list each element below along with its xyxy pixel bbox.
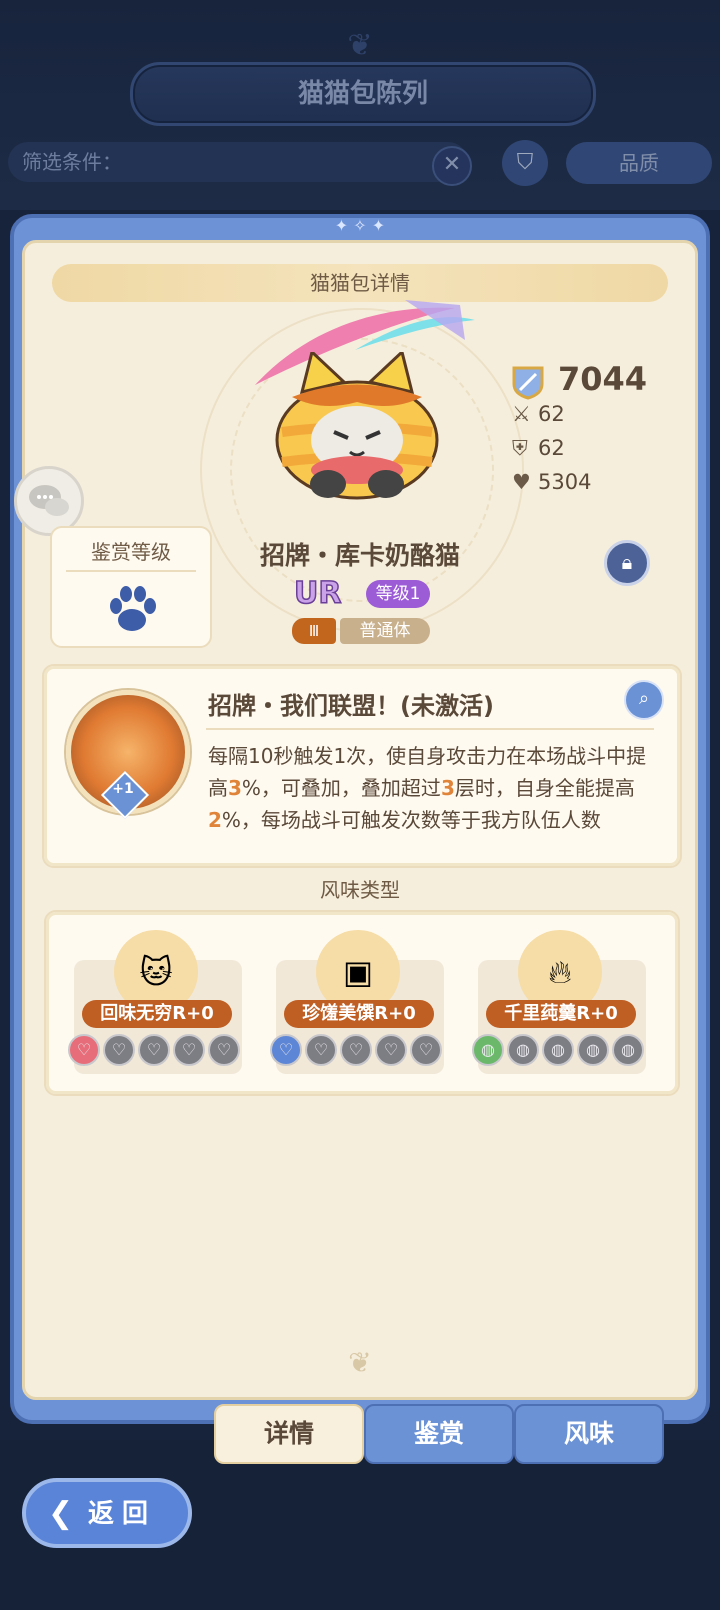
heart-row: ♡ ♡ ♡ ♡ ♡ — [68, 1034, 248, 1066]
lock-icon: 🔒︎ — [621, 550, 633, 574]
heart-icon: ♡ — [270, 1034, 302, 1066]
divider — [206, 728, 654, 730]
chat-icon — [29, 485, 69, 516]
paw-icon — [110, 586, 156, 631]
crown-ornament-icon: ❦ — [348, 1346, 372, 1379]
flavor-item[interactable]: ▣ 珍馐美馔R+0 ♡ ♡ ♡ ♡ ♡ — [268, 930, 448, 1076]
dish-icon: ▣ — [342, 953, 374, 991]
defense-stat: ⛨ 62 — [512, 436, 565, 461]
heart-icon: ♡ — [410, 1034, 442, 1066]
ball-icon: ◍ — [612, 1034, 644, 1066]
skill-description[interactable]: 每隔10秒触发1次，使自身攻击力在本场战斗中提高3%，可叠加，叠加超过3层时，自… — [208, 740, 648, 844]
flavor-section-title: 风味类型 — [320, 878, 400, 902]
ball-icon: ◍ — [542, 1034, 574, 1066]
back-button[interactable]: ❮ 返回 — [22, 1478, 192, 1548]
tab-flavor[interactable]: 风味 — [514, 1404, 664, 1464]
ball-icon: ◍ — [507, 1034, 539, 1066]
appraisal-card[interactable]: 鉴赏等级 — [50, 526, 212, 648]
back-arrow-icon: ❮ — [48, 1496, 74, 1531]
cheese-cat-icon[interactable] — [272, 352, 442, 502]
panel-header: 猫猫包详情 — [52, 264, 668, 302]
power-shield-icon — [512, 366, 544, 400]
attack-stat: ⚔ 62 — [512, 402, 565, 426]
skill-title: 招牌・我们联盟！(未激活) — [208, 692, 494, 720]
level-badge: 等级1 — [366, 580, 430, 608]
hp-value: 5304 — [538, 470, 592, 494]
divider — [66, 570, 196, 572]
hp-stat: ♥ 5304 — [512, 470, 591, 494]
flavor-label: 回味无穷R+0 — [82, 1000, 232, 1028]
heart-row: ♡ ♡ ♡ ♡ ♡ — [270, 1034, 450, 1066]
defense-value: 62 — [538, 436, 565, 460]
flavor-item[interactable]: 🔥︎ 千里莼羹R+0 ◍ ◍ ◍ ◍ ◍ — [470, 930, 650, 1076]
attack-value: 62 — [538, 402, 565, 426]
heart-row: ◍ ◍ ◍ ◍ ◍ — [472, 1034, 652, 1066]
character-name: 招牌・库卡奶酪猫 — [259, 541, 460, 570]
heart-icon: ♡ — [375, 1034, 407, 1066]
heart-icon: ♡ — [340, 1034, 372, 1066]
flame-icon: 🔥︎ — [548, 953, 572, 991]
tier-badge: Ⅲ — [292, 618, 336, 644]
shield-icon: ⛨ — [512, 436, 528, 460]
heart-icon: ♥ — [512, 470, 531, 494]
body-type-badge: 普通体 — [340, 618, 430, 644]
lock-button[interactable]: 🔒︎ — [604, 540, 650, 586]
heart-icon: ♡ — [208, 1034, 240, 1066]
appraisal-title: 鉴赏等级 — [91, 540, 171, 564]
heart-icon: ♡ — [305, 1034, 337, 1066]
power-value: 7044 — [558, 360, 648, 398]
magnifier-icon[interactable]: ⌕ — [624, 680, 664, 720]
tab-details[interactable]: 详情 — [214, 1404, 364, 1464]
star-ornament-icon: ✦ ✧ ✦ — [334, 216, 386, 235]
plus-badge-text: +1 — [112, 781, 134, 797]
ball-icon: ◍ — [472, 1034, 504, 1066]
cat-face-icon: 🐱︎ — [139, 953, 173, 991]
tab-appraisal[interactable]: 鉴赏 — [364, 1404, 514, 1464]
swords-icon: ⚔ — [512, 402, 531, 426]
heart-icon: ♡ — [138, 1034, 170, 1066]
heart-icon: ♡ — [68, 1034, 100, 1066]
back-label: 返回 — [88, 1499, 157, 1529]
ball-icon: ◍ — [577, 1034, 609, 1066]
flavor-item[interactable]: 🐱︎ 回味无穷R+0 ♡ ♡ ♡ ♡ ♡ — [66, 930, 246, 1076]
rarity-badge: UR — [293, 575, 342, 612]
flavor-label: 珍馐美馔R+0 — [284, 1000, 434, 1028]
heart-icon: ♡ — [173, 1034, 205, 1066]
heart-icon: ♡ — [103, 1034, 135, 1066]
flavor-label: 千里莼羹R+0 — [486, 1000, 636, 1028]
